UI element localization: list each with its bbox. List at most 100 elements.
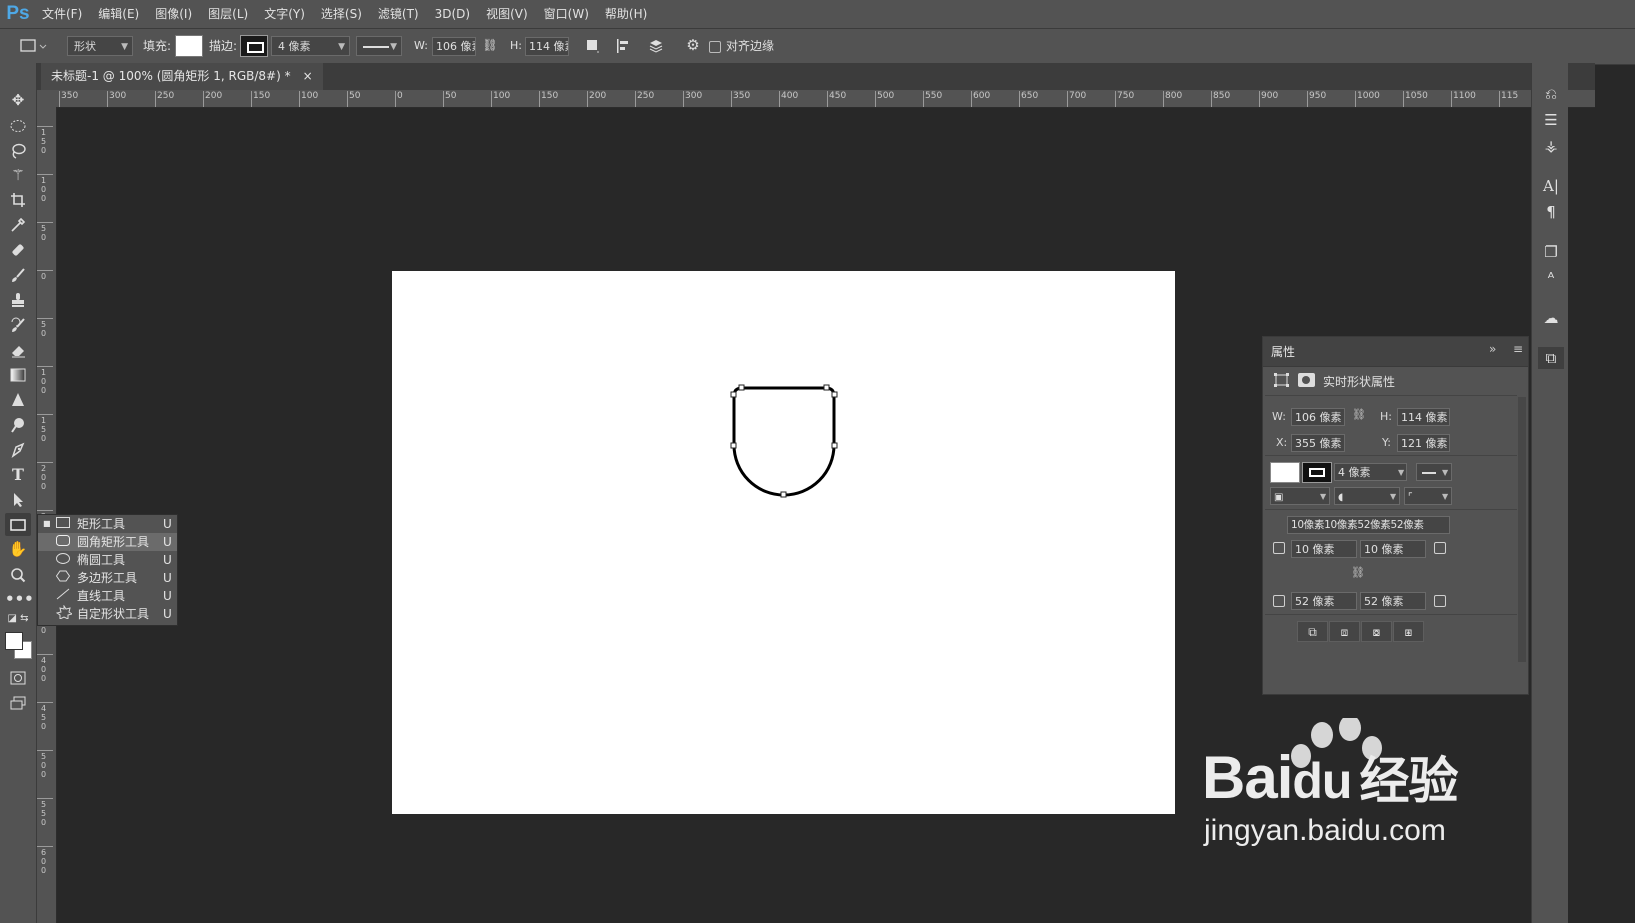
flyout-item-rectangle[interactable]: ■ 矩形工具 U xyxy=(38,515,177,533)
swap-colors-icon[interactable]: ◪ ⇆ xyxy=(5,611,31,627)
flyout-item-line[interactable]: 直线工具 U xyxy=(38,587,177,605)
adjustments-panel-icon[interactable]: ☰ xyxy=(1538,109,1564,131)
collapse-panel-icon[interactable]: » xyxy=(1489,342,1496,356)
quick-mask-icon[interactable] xyxy=(5,666,31,689)
flyout-item-ellipse[interactable]: 椭圆工具 U xyxy=(38,551,177,569)
panel-menu-icon[interactable]: ≡ xyxy=(1513,342,1523,356)
healing-brush-tool-icon[interactable] xyxy=(5,238,31,261)
gradient-tool-icon[interactable] xyxy=(5,363,31,386)
y-input[interactable]: 121 像素 xyxy=(1397,434,1450,452)
combine-shapes-button[interactable]: ⧉ xyxy=(1297,621,1328,642)
divider xyxy=(1265,614,1517,615)
exclude-overlap-button[interactable]: ⧆ xyxy=(1393,621,1424,642)
stroke-align-dropdown[interactable]: ▣ ▼ xyxy=(1270,487,1330,505)
pen-tool-icon[interactable] xyxy=(5,438,31,461)
stroke-type-dropdown[interactable]: ▼ xyxy=(1416,463,1452,481)
menu-window[interactable]: 窗口(W) xyxy=(536,0,597,28)
eyedropper-tool-icon[interactable] xyxy=(5,213,31,236)
zoom-tool-icon[interactable] xyxy=(5,563,31,586)
path-selection-tool-icon[interactable] xyxy=(5,488,31,511)
type-tool-icon[interactable]: T xyxy=(5,463,31,486)
menu-edit[interactable]: 编辑(E) xyxy=(90,0,147,28)
height-input[interactable]: 114 像素 xyxy=(525,37,569,56)
properties-panel-icon[interactable]: ⧉ xyxy=(1538,347,1564,369)
brush-tool-icon[interactable] xyxy=(5,263,31,286)
blur-tool-icon[interactable] xyxy=(5,388,31,411)
stroke-swatch[interactable] xyxy=(240,35,268,57)
stroke-swatch[interactable] xyxy=(1302,462,1332,483)
foreground-color-swatch[interactable] xyxy=(5,632,23,650)
menu-select[interactable]: 选择(S) xyxy=(313,0,370,28)
height-input[interactable]: 114 像素 xyxy=(1397,408,1450,426)
corner-radius-all-input[interactable]: 10像素10像素52像素52像素 xyxy=(1287,516,1450,534)
document-canvas[interactable] xyxy=(392,271,1175,814)
flyout-item-polygon[interactable]: 多边形工具 U xyxy=(38,569,177,587)
menu-view[interactable]: 视图(V) xyxy=(478,0,536,28)
crop-tool-icon[interactable] xyxy=(5,188,31,211)
history-brush-tool-icon[interactable] xyxy=(5,313,31,336)
intersect-shapes-button[interactable]: ⧇ xyxy=(1361,621,1392,642)
corner-top-left-input[interactable]: 10 像素 xyxy=(1291,540,1357,558)
path-alignment-button[interactable] xyxy=(614,37,632,58)
stroke-type-dropdown[interactable]: ▼ xyxy=(356,36,402,56)
corner-bottom-left-input[interactable]: 52 像素 xyxy=(1291,592,1357,610)
character-styles-icon[interactable]: ᴬ xyxy=(1538,267,1564,289)
corner-bottom-right-input[interactable]: 52 像素 xyxy=(1360,592,1426,610)
flyout-item-custom-shape[interactable]: 自定形状工具 U xyxy=(38,604,177,623)
menu-filter[interactable]: 滤镜(T) xyxy=(370,0,427,28)
live-shape-properties-icon[interactable] xyxy=(1274,373,1290,387)
clone-stamp-tool-icon[interactable] xyxy=(5,288,31,311)
path-operations-button[interactable] xyxy=(584,37,602,58)
screen-mode-icon[interactable] xyxy=(5,691,31,714)
baidu-watermark: Baidu 经验 jingyan.baidu.com xyxy=(1200,718,1500,878)
libraries-panel-icon[interactable]: ☁ xyxy=(1538,307,1564,329)
corner-top-right-input[interactable]: 10 像素 xyxy=(1360,540,1426,558)
move-tool-icon[interactable]: ✥ xyxy=(5,89,31,112)
stroke-caps-dropdown[interactable]: ◖ ▼ xyxy=(1334,487,1400,505)
link-corners-icon[interactable]: ⛓ xyxy=(1351,566,1365,579)
document-tab[interactable]: 未标题-1 @ 100% (圆角矩形 1, RGB/8#) * × xyxy=(41,63,323,90)
fill-swatch[interactable] xyxy=(175,35,203,57)
brush-settings-icon[interactable]: ⚶ xyxy=(1538,135,1564,157)
menu-file[interactable]: 文件(F) xyxy=(34,0,90,28)
mask-properties-icon[interactable] xyxy=(1298,373,1315,387)
paragraph-styles-icon[interactable]: ❐ xyxy=(1538,241,1564,263)
link-dimensions-icon[interactable]: ⛓ xyxy=(1352,408,1366,421)
marquee-tool-icon[interactable] xyxy=(5,114,31,137)
align-edges-checkbox[interactable] xyxy=(709,41,721,53)
gear-icon[interactable]: ⚙ xyxy=(683,36,703,54)
history-panel-icon[interactable]: ⎌ xyxy=(1538,83,1564,105)
ruler-tick-label: 150 xyxy=(250,91,271,107)
lasso-tool-icon[interactable] xyxy=(5,139,31,162)
panel-scrollbar[interactable] xyxy=(1518,397,1526,662)
eraser-tool-icon[interactable] xyxy=(5,338,31,361)
more-tools-icon[interactable]: ••• xyxy=(5,588,34,611)
character-panel-icon[interactable]: A| xyxy=(1538,175,1564,197)
width-input[interactable]: 106 像素 xyxy=(432,37,476,56)
mode-dropdown[interactable]: 形状 ▼ xyxy=(67,36,133,56)
color-swatches[interactable] xyxy=(5,632,33,660)
menu-3d[interactable]: 3D(D) xyxy=(427,0,478,28)
x-input[interactable]: 355 像素 xyxy=(1291,434,1345,452)
menu-help[interactable]: 帮助(H) xyxy=(597,0,655,28)
flyout-item-rounded-rectangle[interactable]: 圆角矩形工具 U xyxy=(38,533,177,551)
menu-image[interactable]: 图像(I) xyxy=(147,0,200,28)
close-icon[interactable]: × xyxy=(303,63,313,90)
rectangle-tool-icon[interactable] xyxy=(5,513,31,536)
fill-swatch[interactable] xyxy=(1270,462,1300,483)
path-arrangement-button[interactable] xyxy=(646,37,666,58)
paragraph-panel-icon[interactable]: ¶ xyxy=(1538,201,1564,223)
link-icon[interactable]: ⛓ xyxy=(481,38,499,52)
subtract-front-shape-button[interactable]: ⧈ xyxy=(1329,621,1360,642)
stroke-width-field[interactable]: 4 像素 ▼ xyxy=(271,36,350,56)
tool-preset-picker[interactable] xyxy=(18,37,48,55)
menu-layer[interactable]: 图层(L) xyxy=(200,0,256,28)
stroke-width-input[interactable]: 4 像素 ▼ xyxy=(1334,463,1407,481)
stroke-corners-dropdown[interactable]: ⌜ ▼ xyxy=(1404,487,1452,505)
menu-type[interactable]: 文字(Y) xyxy=(256,0,313,28)
rounded-rectangle-shape[interactable] xyxy=(732,386,836,497)
magic-wand-tool-icon[interactable]: ⚚ xyxy=(5,164,31,187)
width-input[interactable]: 106 像素 xyxy=(1291,408,1345,426)
dodge-tool-icon[interactable] xyxy=(5,413,31,436)
hand-tool-icon[interactable]: ✋ xyxy=(5,538,31,561)
